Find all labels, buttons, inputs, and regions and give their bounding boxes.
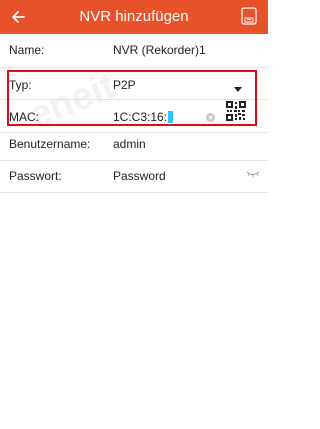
divider [0, 67, 268, 68]
page-title: NVR hinzufügen [79, 8, 189, 25]
name-field[interactable]: NVR (Rekorder)1 [113, 43, 206, 57]
name-row[interactable]: Name: NVR (Rekorder)1 [0, 34, 268, 66]
password-row[interactable]: Passwort: Password [0, 160, 268, 192]
highlight-box [7, 70, 257, 126]
password-label: Passwort: [9, 169, 62, 183]
divider [0, 192, 268, 193]
save-icon[interactable] [240, 6, 258, 26]
hide-password-icon[interactable] [246, 171, 260, 178]
password-field[interactable]: Password [113, 169, 166, 183]
username-label: Benutzername: [9, 137, 91, 151]
app-header: NVR hinzufügen [0, 0, 268, 34]
name-label: Name: [9, 43, 45, 57]
username-row[interactable]: Benutzername: admin [0, 128, 268, 160]
username-field[interactable]: admin [113, 137, 146, 151]
